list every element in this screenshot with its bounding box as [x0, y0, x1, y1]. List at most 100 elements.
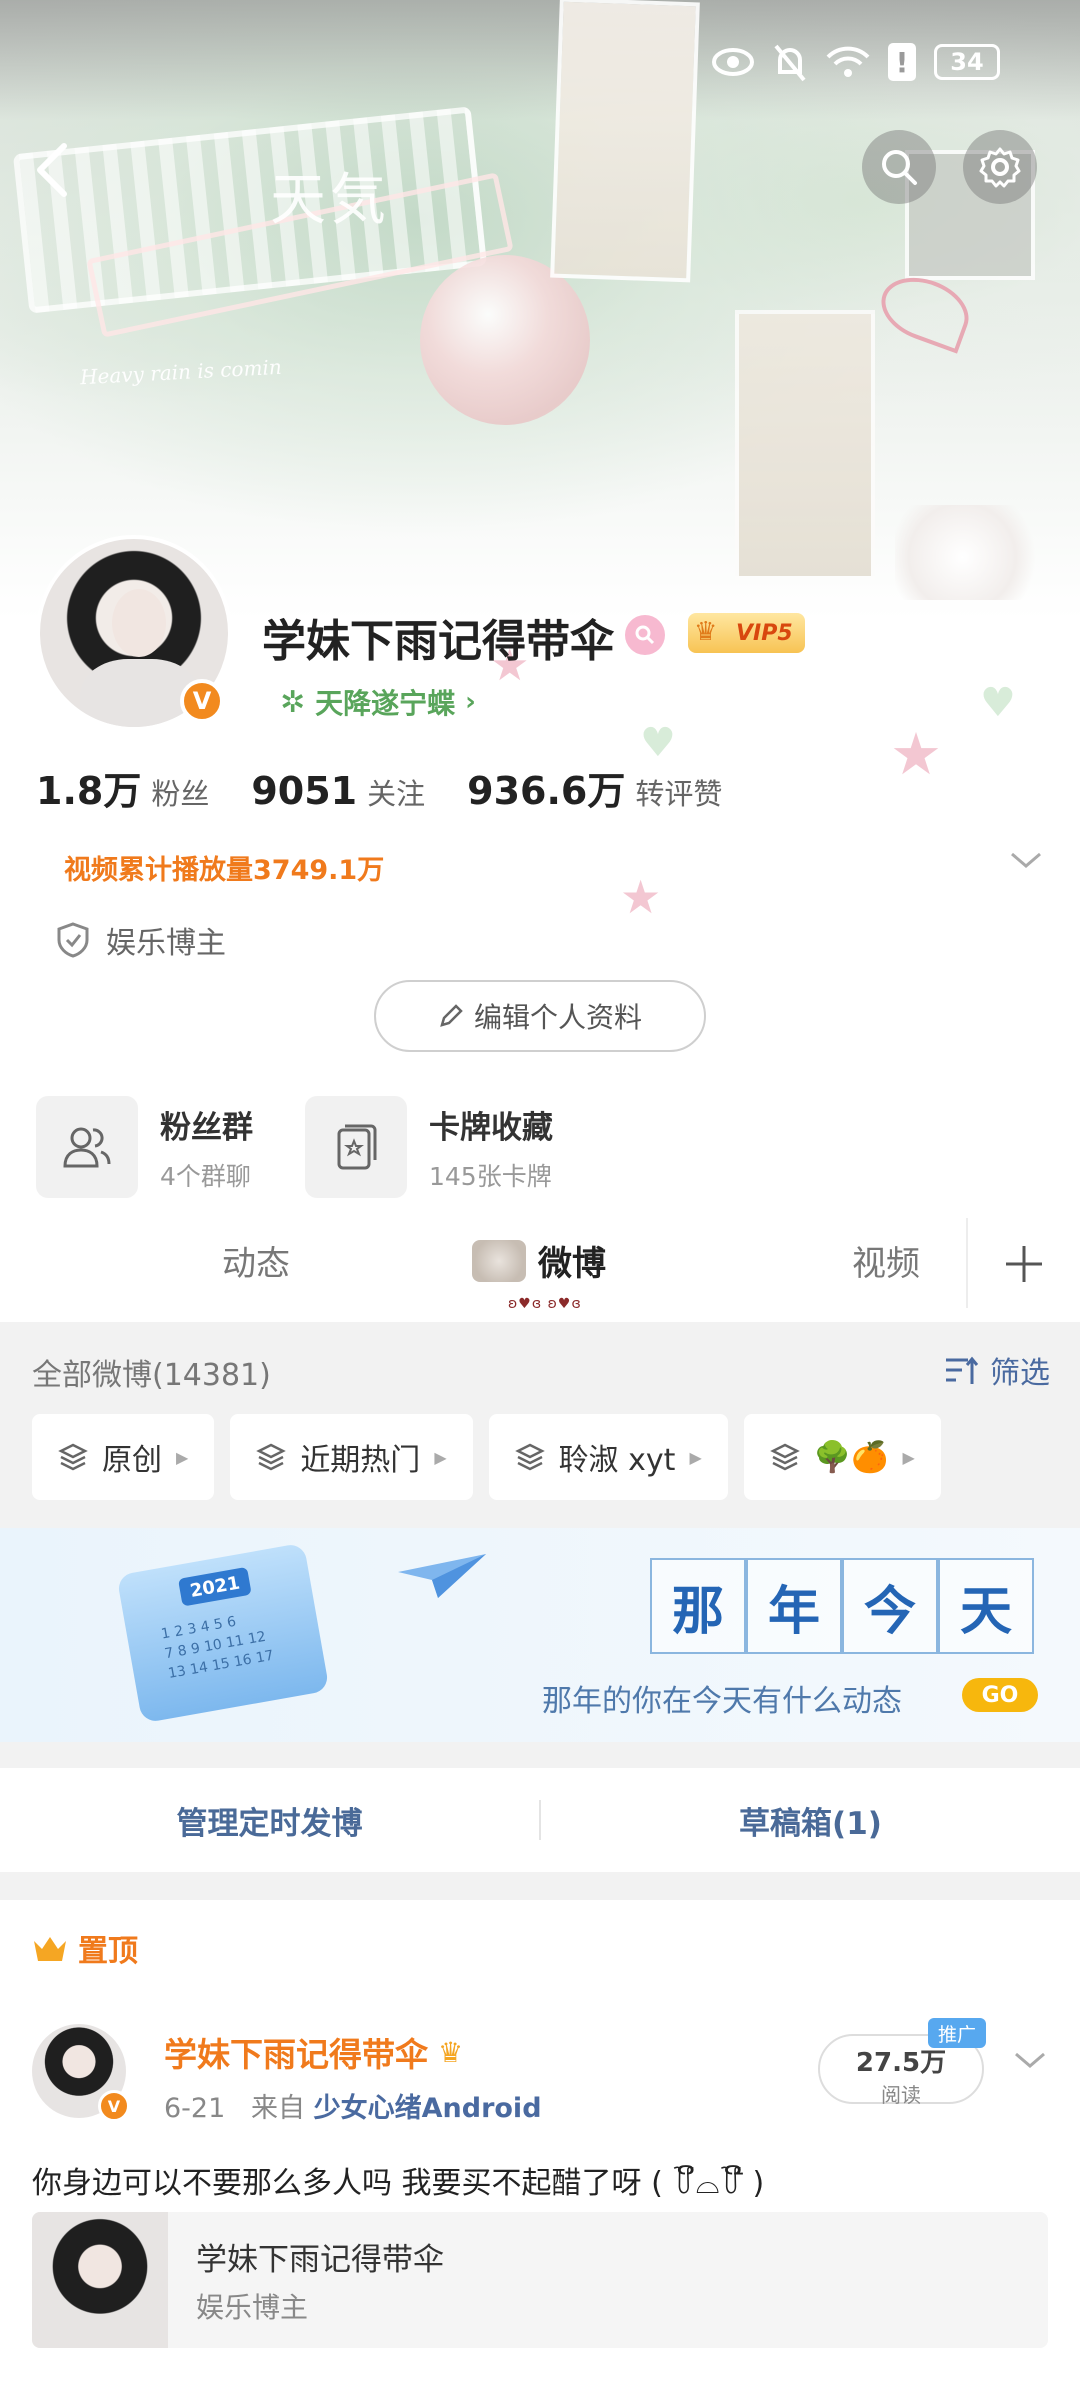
chip-original[interactable]: 原创 ▶ [32, 1414, 215, 1500]
memory-char: 天 [938, 1558, 1034, 1654]
stat-label: 转评赞 [635, 777, 723, 811]
chip-recent-hot[interactable]: 近期热门 ▶ [230, 1414, 473, 1500]
search-button[interactable] [862, 130, 936, 204]
chip-xyt[interactable]: 聆淑 xyt ▶ [488, 1414, 728, 1500]
filter-label: 筛选 [990, 1356, 1050, 1391]
memory-banner[interactable]: 2021 1 2 3 4 5 6 7 8 9 10 11 12 13 14 15… [0, 1528, 1080, 1742]
post-author[interactable]: 学妹下雨记得带伞 ♛ [164, 2028, 463, 2076]
avatar-face [112, 589, 166, 657]
promote-badge[interactable]: 推广 [928, 2018, 987, 2048]
go-button[interactable]: GO [962, 1678, 1038, 1712]
verified-badge-icon: V [98, 2090, 130, 2122]
settings-button[interactable] [963, 130, 1037, 204]
profile-tabs: 动态 微博 ʚ♥ɞ ʚ♥ɞ 视频 [0, 1218, 1080, 1322]
feed-count: 全部微博(14381) [32, 1358, 271, 1393]
clover-icon: ✲ [280, 684, 306, 720]
expand-button[interactable] [1008, 850, 1044, 876]
shared-card-title: 学妹下雨记得带伞 [196, 2242, 444, 2278]
alert-icon: ! [888, 43, 916, 81]
back-button[interactable] [30, 140, 74, 200]
vip-badge[interactable]: ♛ VIP5 [688, 613, 805, 653]
post-date: 6-21 [164, 2093, 226, 2124]
star-decoration: ★ [620, 870, 662, 924]
post-text: 你身边可以不要那么多人吗 我要买不起醋了呀 ( ꒦ິ⌓꒦ີ ) [32, 2166, 765, 2201]
chip-emoji[interactable]: 🌳🍊 ▶ [743, 1414, 941, 1500]
tab-video[interactable]: 视频 [852, 1236, 920, 1285]
role-label: 娱乐博主 [106, 926, 226, 961]
gear-icon [979, 147, 1021, 188]
tile-title: 粉丝群 [160, 1109, 253, 1146]
crown-icon [34, 1937, 66, 1961]
caret-right-icon: ▶ [176, 1447, 189, 1467]
role-tag: 娱乐博主 [56, 918, 226, 962]
add-tab-button[interactable] [1000, 1240, 1048, 1288]
banner-art-script: Heavy rain is comin [79, 354, 283, 390]
filter-button[interactable]: 筛选 [944, 1348, 1050, 1392]
verified-badge-icon: V [180, 679, 224, 723]
pencil-icon [440, 1004, 463, 1027]
caret-right-icon: ▶ [902, 1447, 915, 1467]
fan-group-tile[interactable]: 粉丝群 4个群聊 [36, 1096, 253, 1198]
battery-icon: 34 [934, 44, 1000, 80]
profile-name: 学妹下雨记得带伞 [262, 616, 614, 667]
stat-likes[interactable]: 936.6万 转评赞 [467, 760, 722, 815]
card-collection-tile[interactable]: 卡牌收藏 145张卡牌 [305, 1096, 553, 1198]
stat-number: 1.8万 [36, 769, 142, 813]
stat-label: 关注 [367, 777, 426, 811]
post-from: 来自 [251, 2093, 306, 2124]
group-name: 天降遂宁蝶 [315, 687, 456, 720]
chip-label: 近期热门 [300, 1443, 421, 1478]
name-search-icon[interactable] [625, 615, 665, 655]
card-icon [305, 1096, 407, 1198]
crown-icon: ♛ [694, 617, 718, 647]
drafts-button[interactable]: 草稿箱(1) [541, 1798, 1080, 1843]
post-source[interactable]: 少女心绪Android [314, 2093, 542, 2124]
profile-banner[interactable]: 天気 Heavy rain is comin ★ ★ ★ ♥ ♥ [0, 0, 1080, 924]
stat-label: 粉丝 [151, 777, 210, 811]
tab-weibo[interactable]: 微博 [538, 1236, 606, 1285]
post-menu-button[interactable] [1012, 2050, 1048, 2076]
weibo-feed: 全部微博(14381) 筛选 原创 ▶ 近期热门 ▶ 聆淑 xyt ▶ 🌳🍊 ▶… [0, 1322, 1080, 2388]
crown-badge-icon: ♛ [438, 2035, 464, 2069]
tile-subtitle: 4个群聊 [160, 1161, 251, 1191]
manage-bar: 管理定时发博 草稿箱(1) [0, 1768, 1080, 1872]
people-icon [36, 1096, 138, 1198]
profile-stats: 1.8万 粉丝 9051 关注 936.6万 转评赞 [36, 760, 764, 815]
plus-icon [1006, 1246, 1042, 1282]
bunny-decoration [895, 505, 1045, 600]
tab-divider [966, 1218, 968, 1308]
stat-followers[interactable]: 1.8万 粉丝 [36, 760, 209, 815]
pinned-post[interactable]: 置顶 V 学妹下雨记得带伞 ♛ 6-21 来自 少女心绪Android 27.5… [0, 1900, 1080, 2388]
star-decoration: ★ [890, 720, 942, 788]
caret-right-icon: ▶ [434, 1447, 447, 1467]
layers-icon [58, 1443, 88, 1471]
group-link[interactable]: ✲ 天降遂宁蝶 › [280, 682, 476, 722]
tab-active-indicator: ʚ♥ɞ ʚ♥ɞ [508, 1296, 582, 1312]
paper-plane-icon [398, 1552, 488, 1606]
shared-profile-card[interactable]: 学妹下雨记得带伞 娱乐博主 [32, 2212, 1048, 2348]
edit-profile-button[interactable]: 编辑个人资料 [374, 980, 706, 1052]
memory-subtitle: 那年的你在今天有什么动态 [542, 1684, 902, 1719]
filter-icon [946, 1356, 979, 1384]
tab-dynamic[interactable]: 动态 [222, 1236, 290, 1285]
layers-icon [769, 1443, 800, 1471]
chip-label: 原创 [102, 1443, 162, 1478]
caret-right-icon: ▶ [689, 1447, 702, 1467]
tile-subtitle: 145张卡牌 [429, 1161, 552, 1191]
heart-decoration: ♥ [980, 680, 1016, 726]
scheduled-posts-button[interactable]: 管理定时发博 [0, 1798, 539, 1843]
memory-title: 那 年 今 天 [650, 1558, 1034, 1654]
category-chips: 原创 ▶ 近期热门 ▶ 聆淑 xyt ▶ 🌳🍊 ▶ [32, 1414, 941, 1500]
layers-icon [514, 1443, 545, 1471]
shared-card-thumbnail [32, 2212, 168, 2348]
read-label: 阅读 [881, 2083, 921, 2107]
stat-following[interactable]: 9051 关注 [251, 769, 425, 813]
calendar-illustration: 2021 1 2 3 4 5 6 7 8 9 10 11 12 13 14 15… [116, 1542, 330, 1724]
video-play-count: 视频累计播放量3749.1万 [64, 855, 385, 886]
crystal-ball-decoration [420, 255, 590, 425]
status-bar: ! 34 [712, 42, 1000, 82]
stamp-decoration [735, 310, 875, 580]
calendar-year: 2021 [177, 1566, 252, 1607]
chip-label: 聆淑 xyt [558, 1443, 676, 1478]
calendar-grid: 1 2 3 4 5 6 7 8 9 10 11 12 13 14 15 16 1… [159, 1613, 275, 1682]
